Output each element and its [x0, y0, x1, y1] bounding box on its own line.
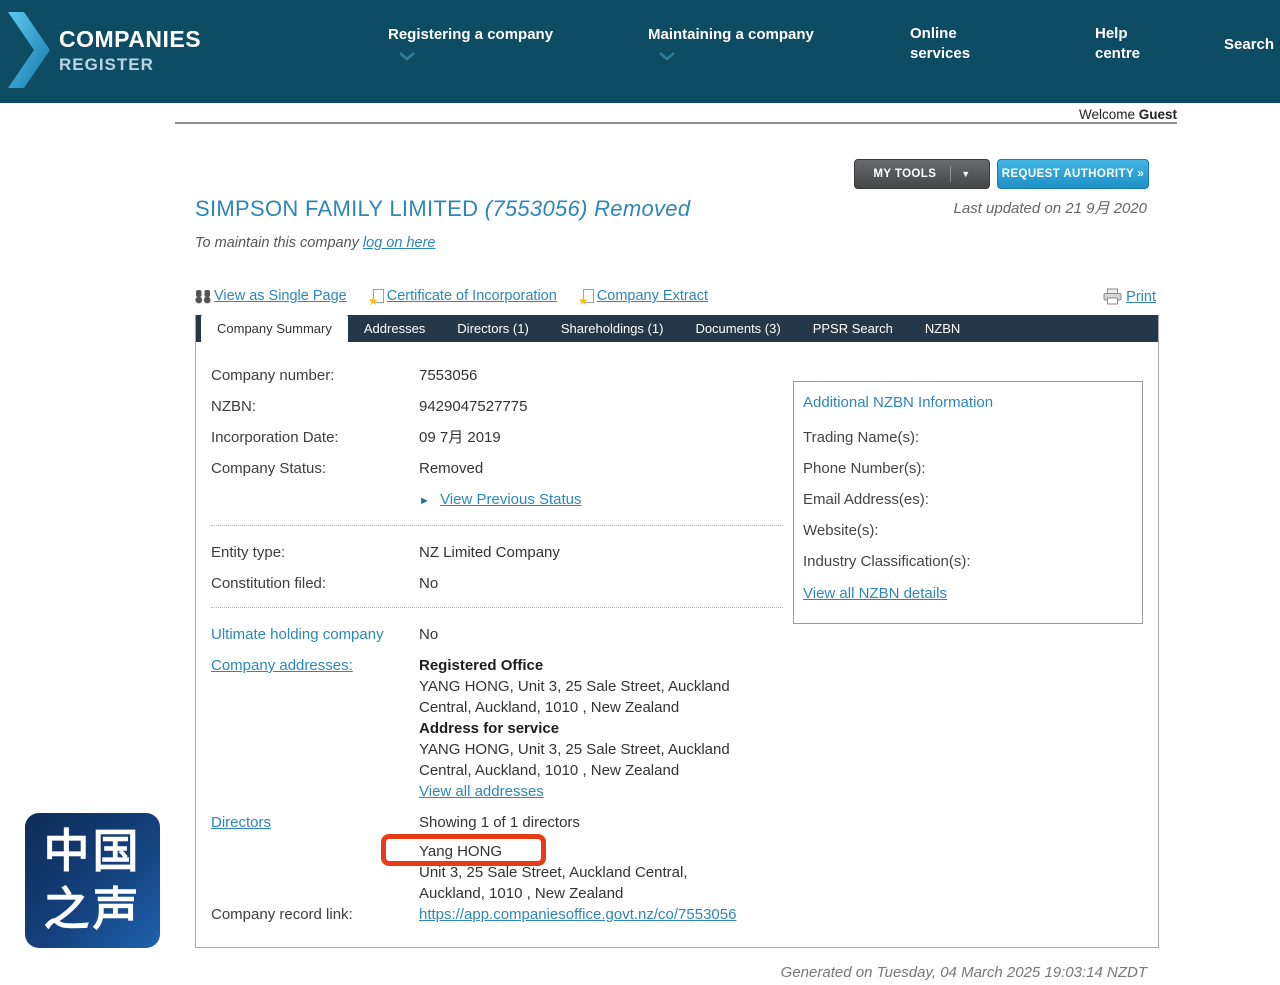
constitution-value: No: [419, 573, 749, 594]
triangle-right-icon: ►: [419, 495, 430, 507]
request-authority-button[interactable]: REQUEST AUTHORITY »: [997, 159, 1149, 189]
entity-type-label: Entity type:: [211, 542, 419, 563]
page-title: SIMPSON FAMILY LIMITED (7553056) Removed: [195, 196, 690, 222]
view-previous-status-link[interactable]: View Previous Status: [440, 491, 581, 508]
action-links-row: View as Single Page ★ Certificate of Inc…: [195, 288, 1159, 310]
china-voice-watermark-logo: 中国 之声: [25, 813, 160, 948]
button-divider: [950, 166, 951, 182]
director-name: Yang HONG: [419, 843, 502, 860]
company-number-value: 7553056: [419, 365, 749, 386]
watermark-line1: 中国: [44, 823, 142, 881]
nzbn-label: NZBN:: [211, 396, 419, 417]
view-single-page-link[interactable]: View as Single Page: [214, 288, 347, 304]
maintain-prefix: To maintain this company: [195, 235, 363, 251]
log-on-here-link[interactable]: log on here: [363, 235, 436, 251]
trading-names-label: Trading Name(s):: [803, 427, 983, 448]
address-for-service-heading: Address for service: [419, 720, 559, 737]
company-status-value: Removed: [419, 458, 749, 479]
tab-documents[interactable]: Documents (3): [679, 315, 796, 342]
company-number-status: (7553056) Removed: [485, 196, 691, 221]
additional-nzbn-panel: Additional NZBN Information Trading Name…: [793, 381, 1143, 624]
tab-company-summary[interactable]: Company Summary: [201, 315, 348, 342]
nav-online-services[interactable]: Online services: [910, 24, 976, 64]
company-record-link-label: Company record link:: [211, 904, 419, 925]
dropdown-arrow-icon[interactable]: ▼: [961, 169, 970, 179]
company-extract-link[interactable]: Company Extract: [597, 288, 708, 304]
registered-office-address: YANG HONG, Unit 3, 25 Sale Street, Auckl…: [419, 676, 737, 718]
company-addresses-link[interactable]: Company addresses:: [211, 657, 353, 674]
last-updated-text: Last updated on 21 9月 2020: [954, 197, 1148, 218]
binoculars-icon: [195, 289, 211, 304]
welcome-user: Guest: [1139, 107, 1177, 122]
print-item[interactable]: Print: [1103, 288, 1156, 305]
printer-icon: [1103, 288, 1122, 305]
logo-chevron-icon: [8, 12, 50, 88]
directors-row: Directors Showing 1 of 1 directors Yang …: [211, 812, 1143, 904]
tab-shareholdings[interactable]: Shareholdings (1): [545, 315, 680, 342]
section-divider: [211, 525, 783, 526]
ultimate-holding-row: Ultimate holding company No: [211, 624, 1143, 645]
email-addresses-label: Email Address(es):: [803, 489, 983, 510]
directors-count: Showing 1 of 1 directors: [419, 812, 737, 833]
company-addresses-row: Company addresses: Registered Office YAN…: [211, 655, 1143, 802]
company-summary-panel: Company Summary Addresses Directors (1) …: [195, 315, 1159, 948]
companies-register-logo[interactable]: COMPANIES REGISTER: [8, 12, 201, 88]
ultimate-holding-label[interactable]: Ultimate holding company: [211, 624, 419, 645]
company-number-label: Company number:: [211, 365, 419, 386]
view-all-nzbn-details-link[interactable]: View all NZBN details: [803, 585, 947, 602]
registered-office-heading: Registered Office: [419, 657, 543, 674]
nav-search[interactable]: Search: [1224, 35, 1274, 55]
site-header: COMPANIES REGISTER Registering a company…: [0, 0, 1280, 103]
chevron-down-icon: [658, 51, 676, 61]
ultimate-holding-value: No: [419, 624, 749, 645]
nzbn-value: 9429047527775: [419, 396, 749, 417]
watermark-line2: 之声: [44, 881, 142, 939]
generated-timestamp: Generated on Tuesday, 04 March 2025 19:0…: [781, 964, 1147, 981]
request-authority-label: REQUEST AUTHORITY »: [1002, 168, 1144, 180]
nav-registering-a-company[interactable]: Registering a company: [388, 25, 553, 45]
tab-nzbn[interactable]: NZBN: [909, 315, 976, 342]
tab-directors[interactable]: Directors (1): [441, 315, 545, 342]
welcome-status: Welcome Guest: [1079, 107, 1177, 122]
company-extract-item[interactable]: ★ Company Extract: [581, 288, 708, 304]
certificate-item[interactable]: ★ Certificate of Incorporation: [371, 288, 557, 304]
chevron-down-icon: [398, 51, 416, 61]
logo-subtitle: REGISTER: [59, 55, 201, 75]
websites-label: Website(s):: [803, 520, 983, 541]
section-divider: [211, 607, 783, 608]
directors-link[interactable]: Directors: [211, 814, 271, 831]
maintain-line: To maintain this company log on here: [195, 235, 435, 251]
incorporation-date-value: 09 7月 2019: [419, 427, 749, 448]
phone-numbers-label: Phone Number(s):: [803, 458, 983, 479]
my-tools-label: MY TOOLS: [873, 168, 936, 180]
tab-ppsr-search[interactable]: PPSR Search: [797, 315, 909, 342]
address-for-service-address: YANG HONG, Unit 3, 25 Sale Street, Auckl…: [419, 739, 737, 781]
view-single-page-item[interactable]: View as Single Page: [195, 288, 347, 304]
my-tools-button[interactable]: MY TOOLS ▼: [854, 159, 990, 189]
director-name-wrap: Yang HONG: [419, 841, 502, 862]
nav-maintaining-a-company[interactable]: Maintaining a company: [648, 25, 814, 45]
company-status-label: Company Status:: [211, 458, 419, 479]
company-name: SIMPSON FAMILY LIMITED: [195, 196, 485, 221]
company-record-link[interactable]: https://app.companiesoffice.govt.nz/co/7…: [419, 906, 736, 923]
constitution-label: Constitution filed:: [211, 573, 419, 594]
tab-addresses[interactable]: Addresses: [348, 315, 441, 342]
nzbn-panel-title: Additional NZBN Information: [803, 394, 1132, 411]
document-star-icon: ★: [581, 289, 594, 304]
company-record-link-row: Company record link: https://app.compani…: [211, 904, 1143, 925]
document-star-icon: ★: [371, 289, 384, 304]
entity-type-value: NZ Limited Company: [419, 542, 749, 563]
nav-help-centre[interactable]: Help centre: [1095, 24, 1149, 64]
print-link[interactable]: Print: [1126, 289, 1156, 305]
welcome-prefix: Welcome: [1079, 107, 1139, 122]
certificate-link[interactable]: Certificate of Incorporation: [387, 288, 557, 304]
logo-title: COMPANIES: [59, 26, 201, 53]
director-address: Unit 3, 25 Sale Street, Auckland Central…: [419, 862, 737, 904]
industry-classification-label: Industry Classification(s):: [803, 551, 983, 572]
view-all-addresses-link[interactable]: View all addresses: [419, 783, 544, 800]
header-divider: [175, 122, 1177, 124]
incorporation-date-label: Incorporation Date:: [211, 427, 419, 448]
tab-bar: Company Summary Addresses Directors (1) …: [196, 315, 1158, 342]
